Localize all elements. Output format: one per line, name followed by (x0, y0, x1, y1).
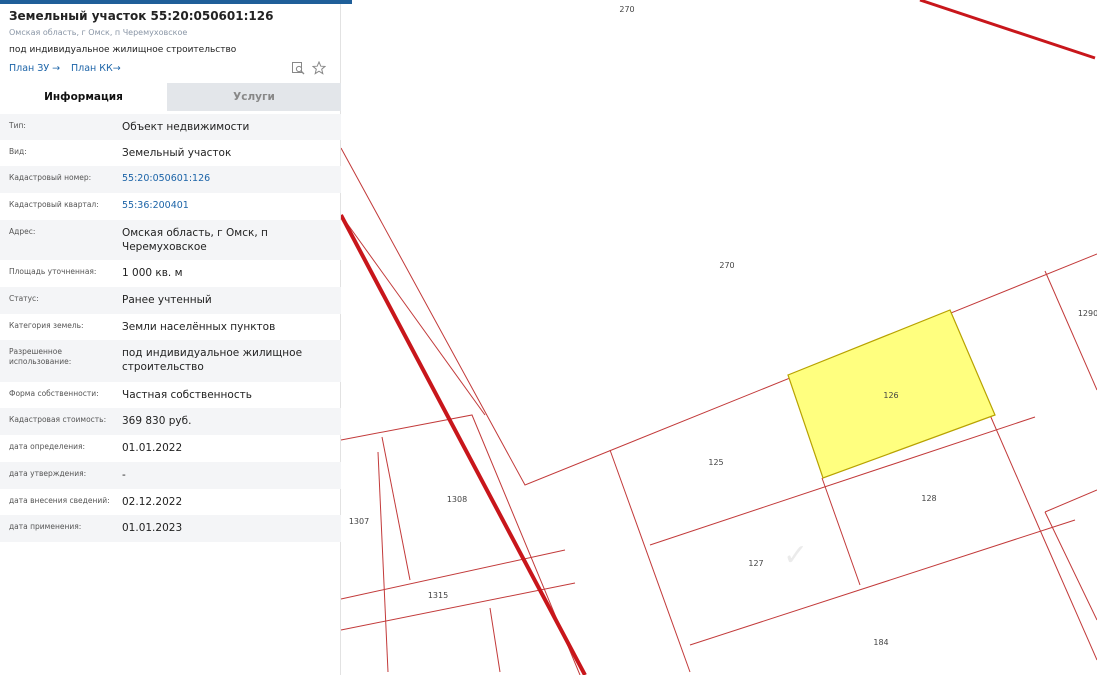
parcel-label: 184 (873, 638, 888, 647)
tab-information[interactable]: Информация (0, 83, 167, 111)
attribute-value: 02.12.2022 (122, 496, 183, 508)
search-document-icon[interactable] (291, 61, 305, 75)
attribute-label: Вид: (9, 147, 27, 156)
road-boundary (919, 0, 1096, 60)
attribute-row: дата применения: 01.01.2023 (0, 515, 341, 542)
attribute-row: Площадь уточненная: 1 000 кв. м (0, 260, 341, 287)
attribute-row: Кадастровый номер: 55:20:050601:126 (0, 166, 341, 193)
attribute-value: Частная собственность (122, 389, 252, 401)
boundary-line (377, 451, 389, 673)
attribute-value: Земельный участок (122, 147, 232, 159)
attribute-value[interactable]: 55:20:050601:126 (122, 172, 334, 186)
parcel-label: 128 (921, 494, 936, 503)
attribute-value: под индивидуальное жилищное строительств… (122, 347, 303, 373)
boundary-line (381, 436, 411, 581)
attribute-label: дата утверждения: (9, 469, 87, 478)
boundary-line (340, 414, 581, 675)
boundary-line (340, 214, 486, 416)
parcel-info-panel: Земельный участок 55:20:050601:126 Омска… (0, 0, 352, 675)
attribute-value: 1 000 кв. м (122, 267, 183, 279)
attribute-value: 01.01.2022 (122, 442, 183, 454)
parcel-usage: под индивидуальное жилищное строительств… (9, 45, 237, 55)
boundary-line (1039, 529, 1097, 661)
boundary-line (689, 519, 1076, 646)
attribute-value: Ранее учтенный (122, 294, 212, 306)
parcel-label: 270 (719, 261, 734, 270)
attribute-label: Адрес: (9, 227, 36, 236)
attribute-value: 369 830 руб. (122, 415, 192, 427)
parcel-title: Земельный участок 55:20:050601:126 (9, 9, 274, 23)
attribute-value: Объект недвижимости (122, 121, 250, 133)
attribute-row: Кадастровый квартал: 55:36:200401 (0, 193, 341, 220)
attribute-row: дата утверждения: - (0, 462, 341, 489)
parcel-label: 125 (708, 458, 723, 467)
attribute-row: Кадастровая стоимость: 369 830 руб. (0, 408, 341, 435)
boundary-line (1044, 511, 1097, 621)
attribute-value[interactable]: 55:36:200401 (122, 199, 334, 213)
boundary-line (1044, 270, 1097, 391)
boundary-line (821, 477, 861, 586)
plan-kk-link[interactable]: План КК→ (71, 63, 121, 74)
parcel-label: 1307 (349, 517, 369, 526)
watermark: ✓ (783, 538, 809, 573)
attribute-label: Кадастровая стоимость: (9, 415, 107, 424)
attribute-label: Тип: (9, 121, 26, 130)
parcel-label: 1290 (1078, 309, 1097, 318)
attribute-row: Категория земель: Земли населённых пункто… (0, 314, 341, 340)
attribute-label: Статус: (9, 294, 39, 303)
attribute-value: Земли населённых пунктов (122, 321, 276, 333)
tab-services[interactable]: Услуги (167, 83, 341, 111)
attribute-value: Омская область, г Омск, п Черемуховское (122, 227, 268, 253)
attribute-row: Вид: Земельный участок (0, 140, 341, 166)
parcel-label: 270 (619, 5, 634, 14)
panel-top-bar (0, 0, 352, 4)
attribute-label: Форма собственности: (9, 389, 99, 398)
parcel-label: 126 (883, 391, 898, 400)
boundary-line (489, 607, 501, 673)
attribute-label: Разрешенное использование: (9, 347, 72, 366)
attribute-label: Кадастровый квартал: (9, 200, 99, 209)
attribute-row: Форма собственности: Частная собственност… (0, 382, 341, 408)
attribute-label: Кадастровый номер: (9, 173, 92, 182)
parcel-labels: 270 270 1290 126 125 128 127 184 1308 13… (349, 5, 1097, 647)
attribute-row: дата определения: 01.01.2022 (0, 435, 341, 462)
star-icon[interactable] (312, 61, 326, 75)
attribute-label: дата применения: (9, 522, 82, 531)
parcel-label: 1315 (428, 591, 448, 600)
boundary-line (1044, 489, 1097, 513)
attribute-row: Статус: Ранее учтенный (0, 287, 341, 314)
plan-zu-link[interactable]: План ЗУ → (9, 63, 60, 74)
attributes-table: Тип: Объект недвижимости Вид: Земельный уча… (0, 114, 341, 542)
attribute-row: Тип: Объект недвижимости (0, 114, 341, 140)
attribute-row: Разрешенное использование: под индивидуал… (0, 340, 341, 382)
attribute-label: дата внесения сведений: (9, 496, 110, 505)
attribute-row: дата внесения сведений: 02.12.2022 (0, 489, 341, 515)
boundary-line (989, 414, 1041, 531)
parcel-label: 1308 (447, 495, 467, 504)
panel-tabs: Информация Услуги (0, 83, 341, 111)
attribute-label: дата определения: (9, 442, 86, 451)
attribute-value: 01.01.2023 (122, 522, 183, 534)
parcel-address: Омская область, г Омск, п Черемуховское (9, 28, 188, 37)
parcel-label: 127 (748, 559, 763, 568)
attribute-row: Адрес: Омская область, г Омск, п Черемухо… (0, 220, 341, 260)
boundary-line (609, 449, 691, 673)
attribute-label: Категория земель: (9, 321, 84, 330)
attribute-label: Площадь уточненная: (9, 267, 97, 276)
attribute-value: - (122, 469, 126, 481)
